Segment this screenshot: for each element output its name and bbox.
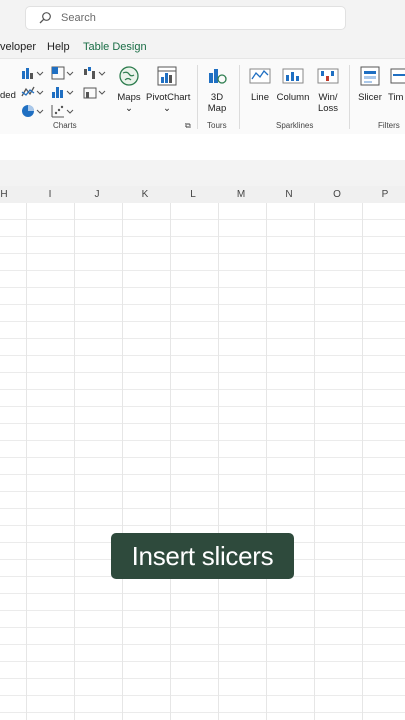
filters-group-label: Filters xyxy=(378,121,400,130)
search-box[interactable]: Search xyxy=(25,6,346,30)
column-header[interactable]: J xyxy=(91,189,103,200)
sparkline-column-icon xyxy=(282,68,304,84)
ribbon: ded Maps ⌄ PivotChart ⌄ Charts ⧉ 3D Map … xyxy=(0,58,405,136)
pivotchart-label: PivotChart xyxy=(146,92,191,103)
separator xyxy=(239,65,240,129)
maps-label: Maps xyxy=(117,92,141,103)
scatter-chart-button[interactable] xyxy=(50,103,78,119)
column-header[interactable]: H xyxy=(0,189,10,200)
line-chart-button[interactable] xyxy=(20,84,48,100)
column-header[interactable]: M xyxy=(235,189,247,200)
pivotchart-dropdown-icon: ⌄ xyxy=(163,103,171,114)
3d-map-label-line2: Map xyxy=(207,103,227,114)
caption-overlay: Insert slicers xyxy=(111,533,294,579)
title-bar: Search xyxy=(0,0,405,37)
ribbon-tabs: veloper Help Table Design xyxy=(0,37,405,58)
separator xyxy=(349,65,350,129)
hierarchy-chart-icon xyxy=(51,66,74,80)
3d-map-button[interactable]: 3D Map xyxy=(203,65,231,114)
search-icon xyxy=(39,12,51,24)
timeline-icon xyxy=(390,68,405,84)
statistic-chart-button[interactable] xyxy=(50,84,78,100)
combo-chart-icon xyxy=(83,87,106,99)
search-placeholder: Search xyxy=(61,12,96,24)
sparkline-winloss-button[interactable]: Win/ Loss xyxy=(315,65,341,114)
sparkline-column-button[interactable]: Column xyxy=(276,65,310,103)
ribbon-left-cut-label: ded xyxy=(0,90,16,101)
sparkline-line-label: Line xyxy=(251,92,269,103)
separator xyxy=(197,65,198,129)
pie-chart-icon xyxy=(22,105,44,117)
tab-table-design[interactable]: Table Design xyxy=(83,41,147,53)
worksheet-grid[interactable] xyxy=(0,203,405,720)
scatter-chart-icon xyxy=(51,105,74,118)
waterfall-chart-icon xyxy=(84,67,106,79)
slicer-button[interactable]: Slicer xyxy=(357,65,383,103)
column-chart-icon xyxy=(22,68,44,79)
statistic-chart-icon xyxy=(52,87,74,98)
3d-map-label-line1: 3D xyxy=(210,92,224,103)
column-header[interactable]: I xyxy=(44,189,56,200)
column-header[interactable]: L xyxy=(187,189,199,200)
column-header[interactable]: N xyxy=(283,189,295,200)
maps-button[interactable]: Maps ⌄ xyxy=(116,65,142,114)
tab-developer[interactable]: veloper xyxy=(0,41,36,53)
globe-icon xyxy=(119,66,139,86)
formula-bar[interactable] xyxy=(0,134,405,160)
waterfall-chart-button[interactable] xyxy=(82,65,110,81)
slicer-label: Slicer xyxy=(358,92,382,103)
column-headers: H I J K L M N O P xyxy=(0,186,405,204)
line-chart-icon xyxy=(21,86,44,97)
pivotchart-icon xyxy=(157,66,177,86)
hierarchy-chart-button[interactable] xyxy=(50,65,78,81)
sparkline-column-label: Column xyxy=(276,92,310,103)
pivotchart-button[interactable]: PivotChart ⌄ xyxy=(146,65,191,114)
tab-help[interactable]: Help xyxy=(47,41,70,53)
timeline-label-cut: Tim xyxy=(388,92,404,103)
sparkline-line-button[interactable]: Line xyxy=(247,65,273,103)
maps-dropdown-icon: ⌄ xyxy=(125,103,133,114)
sparkline-line-icon xyxy=(249,68,271,84)
charts-group-label: Charts xyxy=(53,121,77,130)
column-header[interactable]: O xyxy=(331,189,343,200)
slicer-icon xyxy=(360,66,380,86)
sheet-top-gap xyxy=(0,160,405,186)
3d-map-icon xyxy=(209,69,227,84)
tours-group-label: Tours xyxy=(207,121,227,130)
winloss-label-line2: Loss xyxy=(317,103,339,114)
timeline-button[interactable]: Tim xyxy=(388,65,405,103)
sparkline-winloss-icon xyxy=(317,68,339,84)
column-chart-button[interactable] xyxy=(20,65,48,81)
sparklines-group-label: Sparklines xyxy=(276,121,314,130)
column-header[interactable]: P xyxy=(379,189,391,200)
charts-dialog-launcher-icon[interactable]: ⧉ xyxy=(185,121,191,131)
winloss-label-line1: Win/ xyxy=(318,92,338,103)
column-header[interactable]: K xyxy=(139,189,151,200)
pie-chart-button[interactable] xyxy=(20,103,48,119)
combo-chart-button[interactable] xyxy=(82,84,110,100)
